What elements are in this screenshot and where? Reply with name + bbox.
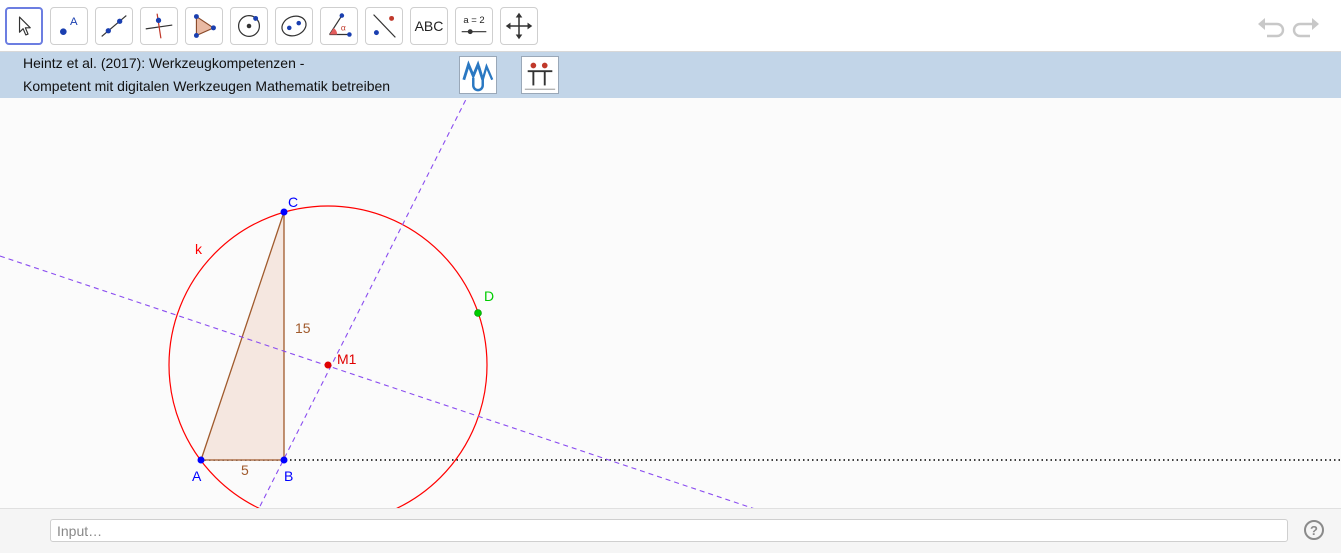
point-c[interactable] xyxy=(280,208,288,216)
label-point-d: D xyxy=(484,288,494,304)
polygon-tool-button[interactable] xyxy=(185,7,223,45)
text-tool-button[interactable]: ABC xyxy=(410,7,448,45)
label-point-c: C xyxy=(288,194,298,210)
label-point-b: B xyxy=(284,468,293,484)
text-tool-label: ABC xyxy=(414,18,444,34)
move-arrows-icon xyxy=(505,12,533,40)
circle-k[interactable] xyxy=(168,205,488,508)
label-point-m1: M1 xyxy=(337,351,357,367)
label-segment-bc: 15 xyxy=(295,320,311,336)
line-icon xyxy=(101,15,127,37)
point-tool-label: A xyxy=(70,16,78,28)
slider-tool-label: a = 2 xyxy=(463,15,484,26)
angle-tool-label: α xyxy=(341,23,346,33)
point-a[interactable] xyxy=(197,456,205,464)
point-d[interactable] xyxy=(474,309,482,317)
perpendicular-line-tool-button[interactable] xyxy=(140,7,178,45)
circle-tool-button[interactable] xyxy=(230,7,268,45)
slider-icon: a = 2 xyxy=(461,15,487,35)
label-segment-ab: 5 xyxy=(241,462,249,478)
input-bar: ? xyxy=(0,508,1341,553)
redo-button[interactable] xyxy=(1292,12,1322,42)
t3-deutschland-logo xyxy=(521,56,559,94)
algebra-input-field[interactable] xyxy=(50,519,1288,542)
circle-center-icon xyxy=(237,14,261,38)
toolbar: A α ABC a = 2 xyxy=(0,0,1341,52)
undo-icon xyxy=(1258,18,1285,38)
reflect-line-icon xyxy=(373,14,396,38)
graphics-view[interactable]: A B C D M1 k 5 15 Heintz et al. (2017): … xyxy=(0,52,1341,508)
mnu-logo-image xyxy=(462,60,494,92)
reflect-tool-button[interactable] xyxy=(365,7,403,45)
cursor-arrow-icon xyxy=(18,16,31,36)
move-tool-button[interactable] xyxy=(5,7,43,45)
perpendicular-bisector-ac[interactable] xyxy=(0,255,770,508)
angle-tool-button[interactable]: α xyxy=(320,7,358,45)
point-b[interactable] xyxy=(280,456,288,464)
line-tool-button[interactable] xyxy=(95,7,133,45)
t3-deutschland-logo-image xyxy=(524,62,556,90)
undo-button[interactable] xyxy=(1255,12,1285,42)
construction-drawing[interactable]: A B C D M1 k 5 15 xyxy=(0,52,1341,508)
banner-line-1: Heintz et al. (2017): Werkzeugkompetenze… xyxy=(23,55,305,71)
banner-line-2: Kompetent mit digitalen Werkzeugen Mathe… xyxy=(23,78,391,94)
point-m1[interactable] xyxy=(324,361,332,369)
mnu-logo xyxy=(459,56,497,94)
conic-tool-button[interactable] xyxy=(275,7,313,45)
point-icon: A xyxy=(60,16,78,35)
angle-icon: α xyxy=(329,13,352,37)
slider-tool-button[interactable]: a = 2 xyxy=(455,7,493,45)
perpendicular-bisector-bc[interactable] xyxy=(252,52,491,508)
ellipse-icon xyxy=(281,15,307,37)
move-view-tool-button[interactable] xyxy=(500,7,538,45)
perpendicular-line-icon xyxy=(145,13,173,39)
label-point-a: A xyxy=(192,468,202,484)
label-circle-k: k xyxy=(195,241,203,257)
point-tool-button[interactable]: A xyxy=(50,7,88,45)
help-button[interactable]: ? xyxy=(1304,520,1324,540)
polygon-icon xyxy=(193,14,216,38)
info-banner: Heintz et al. (2017): Werkzeugkompetenze… xyxy=(0,52,1341,98)
redo-icon xyxy=(1292,18,1319,38)
